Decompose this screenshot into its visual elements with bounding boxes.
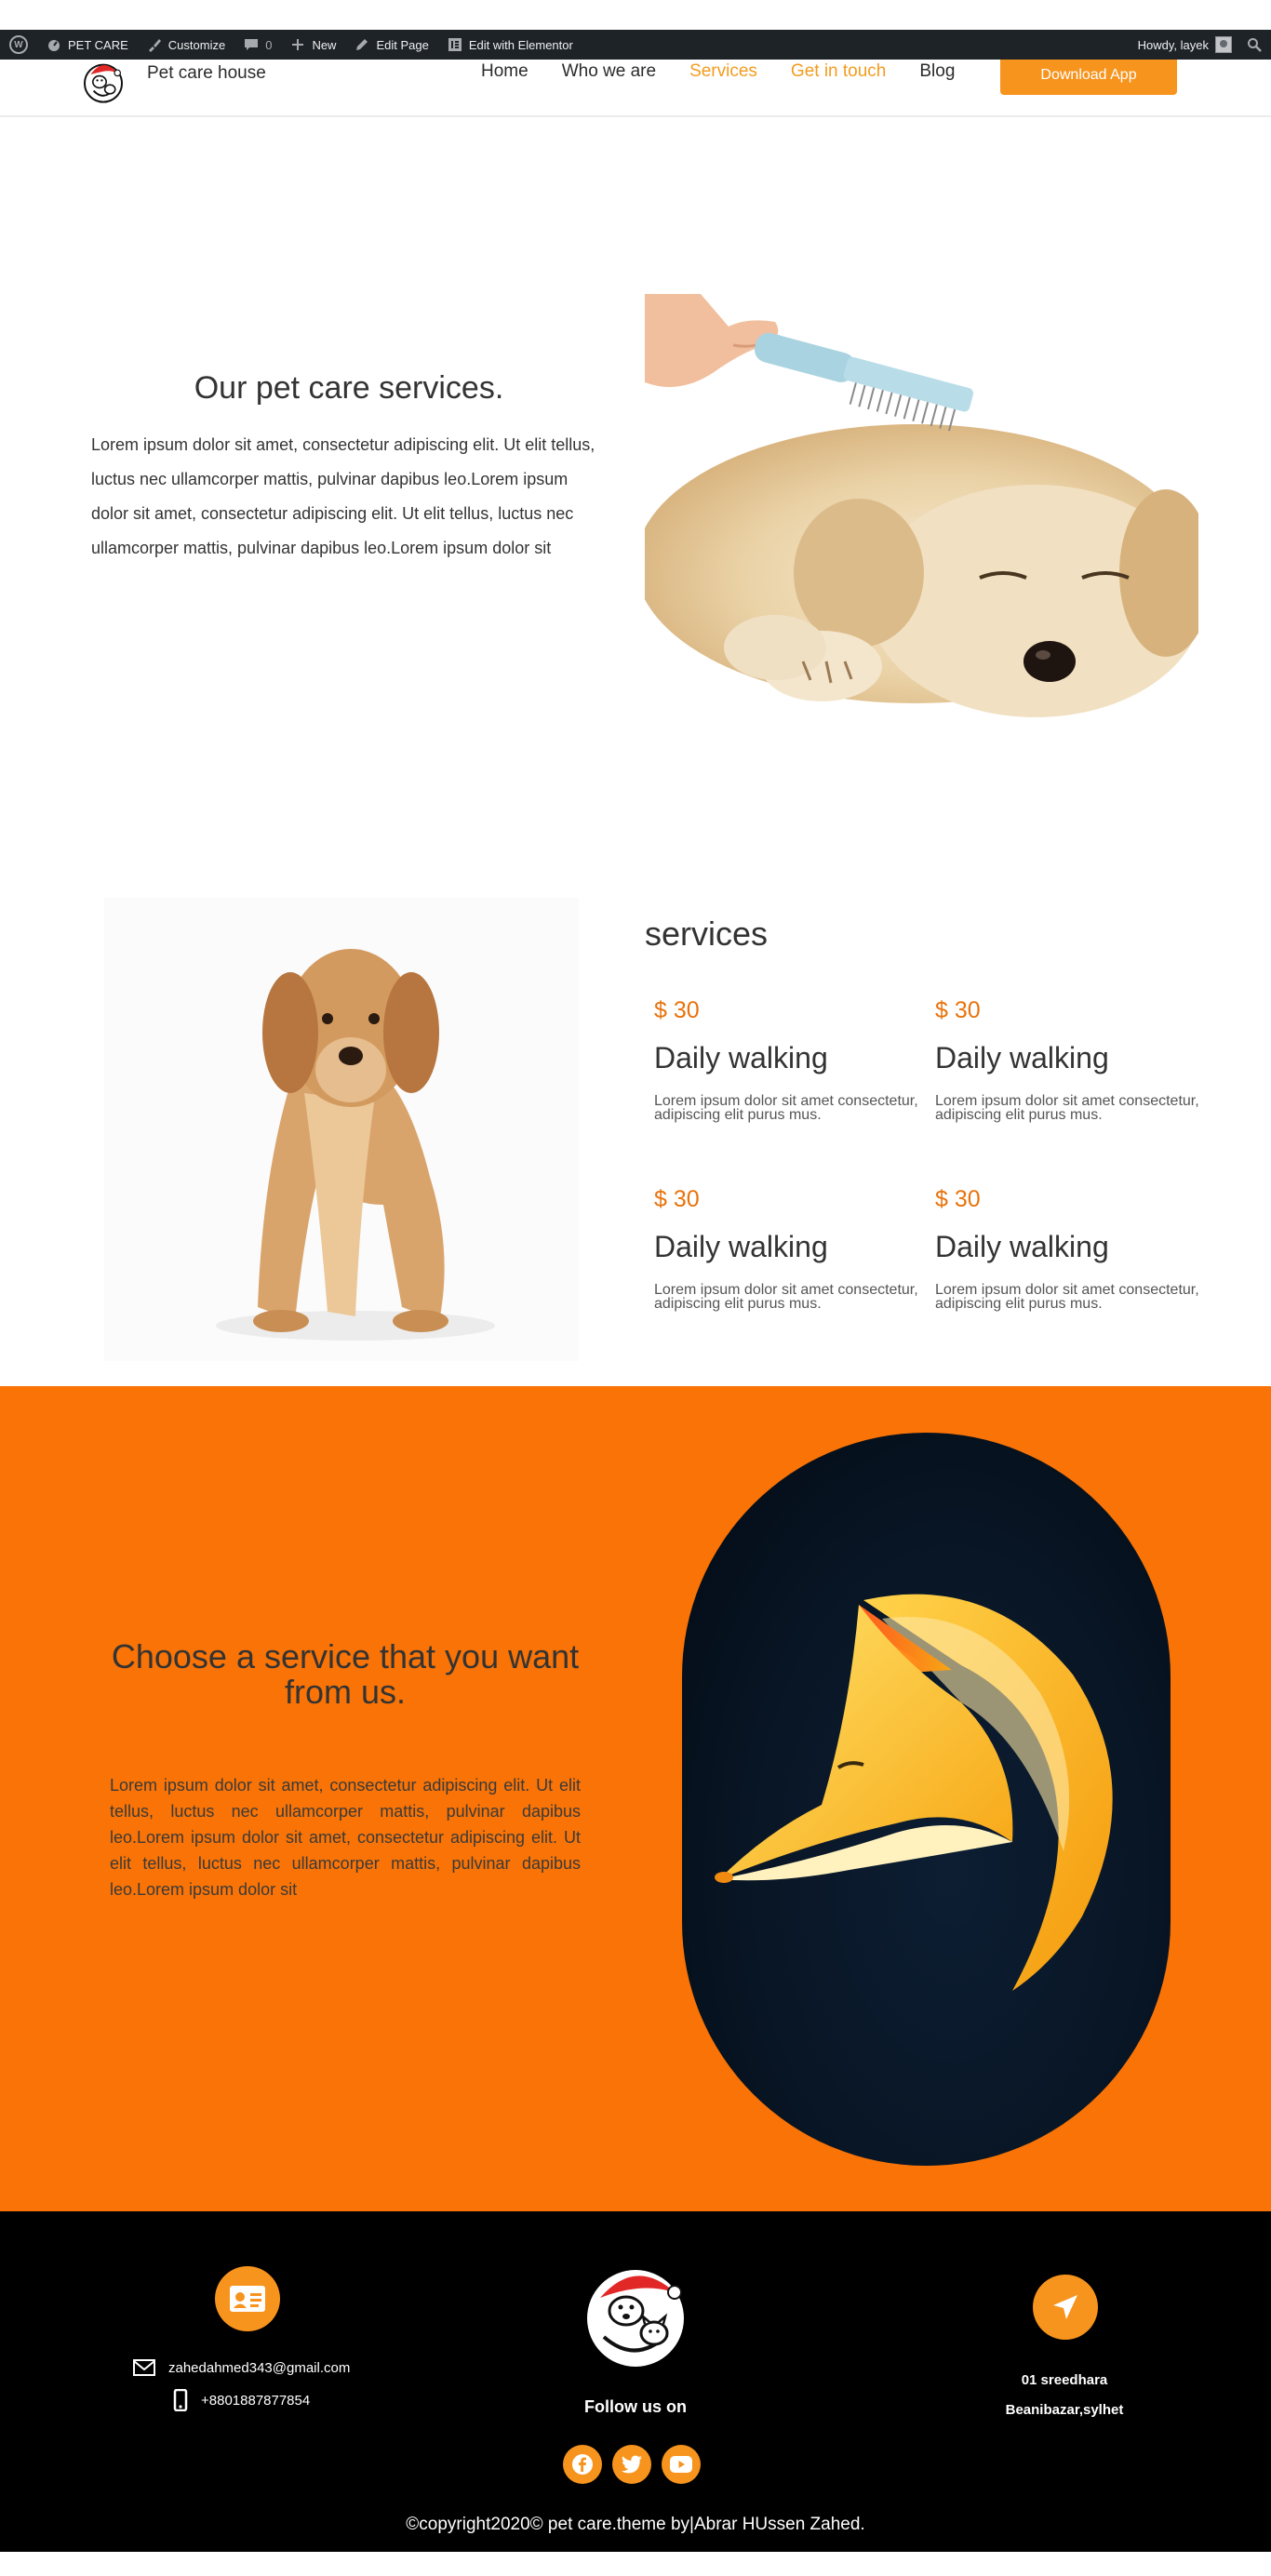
mobile-phone-icon [173,2389,188,2411]
sitting-dog-image [104,898,579,1361]
fox-logo-image [682,1433,1171,2166]
elementor-icon [448,38,462,51]
choose-text: Lorem ipsum dolor sit amet, consectetur … [110,1776,581,1899]
admin-new-link[interactable]: New [290,37,336,52]
service-name: Daily walking [654,1041,828,1074]
follow-us-label: Follow us on [584,2397,687,2416]
service-desc: Lorem ipsum dolor sit amet consectetur, … [654,1093,918,1123]
nav-get-in-touch[interactable]: Get in touch [791,61,886,82]
id-card-icon [230,2286,265,2312]
contact-card-circle [215,2266,280,2331]
facebook-link[interactable] [563,2445,602,2484]
location-arrow-icon [1053,2295,1077,2319]
footer-email-text: zahedahmed343@gmail.com [168,2359,351,2376]
service-price: $ 30 [935,1186,981,1212]
wordpress-icon [9,35,28,54]
nav-services[interactable]: Services [689,61,757,82]
footer-phone-text: +8801887877854 [201,2392,311,2409]
service-card: $ 30 Daily walking Lorem ipsum dolor sit… [935,997,1205,1123]
nav-blog[interactable]: Blog [919,61,955,82]
footer-logo [582,2262,689,2370]
footer-address-line2: Beanibazar,sylhet [1005,2402,1124,2418]
paint-brush-icon [148,39,161,52]
services-title: services [645,914,769,953]
admin-elementor-label: Edit with Elementor [468,37,573,52]
hero-title: Our pet care services. [194,370,504,406]
admin-site-label: PET CARE [68,37,128,52]
footer-address-line1: 01 sreedhara [1021,2372,1108,2388]
admin-site-link[interactable]: PET CARE [47,37,128,52]
admin-edit-page-label: Edit Page [376,37,429,52]
facebook-icon [572,2454,593,2475]
download-app-button[interactable]: Download App [1000,56,1177,95]
main-nav: Home Who we are Services Get in touch Bl… [481,61,988,82]
envelope-icon [133,2359,155,2376]
pencil-icon [356,39,368,50]
service-price: $ 30 [935,997,981,1023]
location-circle [1033,2275,1098,2340]
admin-account-menu[interactable]: Howdy, layek [1138,36,1232,53]
site-name[interactable]: Pet care house [147,63,266,84]
twitter-link[interactable] [612,2445,651,2484]
youtube-icon [670,2456,692,2473]
service-name: Daily walking [935,1041,1109,1074]
admin-edit-page-link[interactable]: Edit Page [355,37,429,52]
avatar [1215,36,1232,53]
nav-home[interactable]: Home [481,61,528,82]
comment-icon [245,39,259,50]
service-desc: Lorem ipsum dolor sit amet consectetur, … [935,1282,1199,1312]
wp-logo-menu[interactable] [9,35,28,54]
service-price: $ 30 [654,997,700,1023]
hero-text: Lorem ipsum dolor sit amet, consectetur … [91,435,595,557]
service-desc: Lorem ipsum dolor sit amet consectetur, … [935,1093,1199,1123]
wp-admin-bar: PET CARE Customize 0 New Edit Page Edit … [0,30,1271,60]
site-header: Pet care house Home Who we are Services … [0,56,1271,117]
copyright-text: ©copyright2020© pet care.theme by|Abrar … [406,2515,865,2534]
pet-logo-icon [587,2270,684,2367]
service-desc: Lorem ipsum dolor sit amet consectetur, … [654,1282,918,1312]
service-name: Daily walking [935,1230,1109,1263]
youtube-link[interactable] [662,2445,701,2484]
admin-customize-label: Customize [167,37,226,52]
service-name: Daily walking [654,1230,828,1263]
plus-icon [292,39,304,50]
admin-howdy-label: Howdy, layek [1137,37,1209,52]
service-card: $ 30 Daily walking Lorem ipsum dolor sit… [654,1186,924,1312]
gauge-icon [48,40,60,51]
admin-customize-link[interactable]: Customize [147,37,225,52]
service-card: $ 30 Daily walking Lorem ipsum dolor sit… [654,997,924,1123]
admin-new-label: New [312,37,337,52]
pet-logo-icon [84,63,123,103]
site-logo[interactable] [74,60,132,104]
nav-who-we-are[interactable]: Who we are [562,61,656,82]
service-price: $ 30 [654,1186,700,1212]
service-card: $ 30 Daily walking Lorem ipsum dolor sit… [935,1186,1205,1312]
twitter-icon [621,2455,642,2474]
footer-email[interactable]: zahedahmed343@gmail.com [133,2359,350,2376]
admin-comments-count: 0 [265,37,273,52]
admin-comments-link[interactable]: 0 [244,37,272,52]
search-icon[interactable] [1247,37,1262,52]
footer-phone[interactable]: +8801887877854 [173,2389,310,2411]
puppy-grooming-image [636,294,1212,722]
choose-title: Choose a service that you want from us. [111,1637,580,1711]
admin-elementor-link[interactable]: Edit with Elementor [448,37,573,52]
